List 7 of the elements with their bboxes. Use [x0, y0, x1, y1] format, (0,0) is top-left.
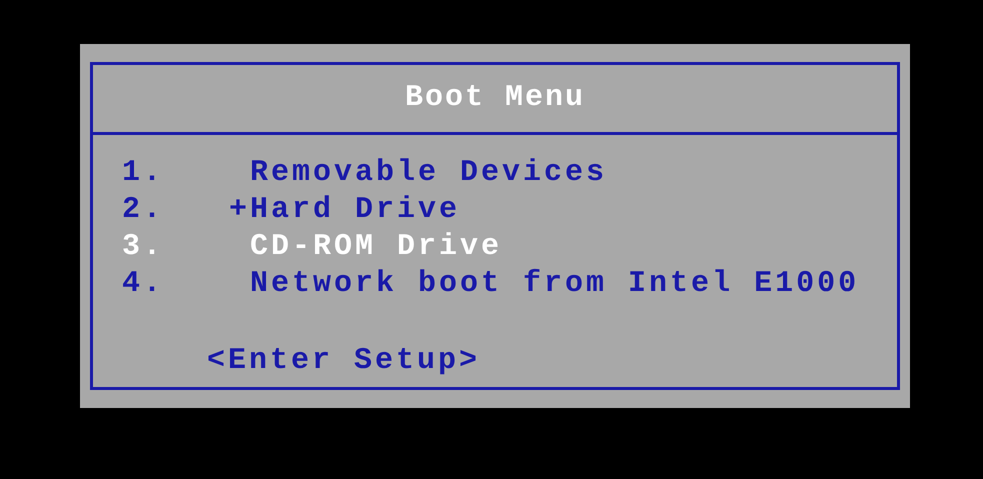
option-number: 2. — [122, 192, 166, 229]
option-marker: + — [228, 192, 250, 229]
option-number: 3. — [122, 229, 166, 266]
menu-title: Boot Menu — [404, 80, 586, 117]
option-number: 4. — [122, 266, 166, 303]
enter-setup-option[interactable]: <Enter Setup> — [207, 339, 480, 384]
option-number: 1. — [122, 155, 166, 192]
